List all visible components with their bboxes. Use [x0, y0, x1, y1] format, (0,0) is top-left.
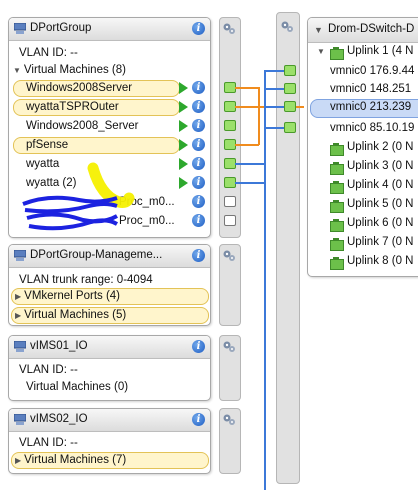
vm-port[interactable]	[224, 120, 236, 131]
vm-group-toggle[interactable]: ▶ Virtual Machines (7)	[15, 454, 126, 466]
info-icon[interactable]: i	[192, 249, 205, 262]
uplink-label[interactable]: Uplink 8 (0 N	[347, 255, 413, 267]
uplink-port[interactable]	[284, 65, 296, 76]
panel-title: vIMS01_IO	[30, 340, 88, 352]
gear-icon[interactable]	[222, 22, 236, 36]
vm-power-on-icon	[179, 139, 188, 151]
vm-power-on-icon	[179, 177, 188, 189]
network-link	[235, 182, 265, 184]
switch-header[interactable]: ▼ Drom-DSwitch-D	[308, 18, 418, 43]
panel-header[interactable]: vIMS01_IO i	[9, 336, 210, 359]
vmkernel-ports-toggle[interactable]: ▶ VMkernel Ports (4)	[15, 290, 120, 302]
uplink-label[interactable]: Uplink 5 (0 N	[347, 198, 413, 210]
gear-icon[interactable]	[280, 20, 294, 34]
collapse-triangle-icon: ▶	[15, 456, 22, 465]
collapse-triangle-icon: ▼	[314, 25, 323, 35]
uplink-icon	[330, 200, 344, 213]
traffic-path	[235, 106, 259, 108]
info-icon[interactable]: i	[192, 195, 205, 208]
gear-icon[interactable]	[222, 413, 236, 427]
uplink-port[interactable]	[284, 101, 296, 112]
uplink-label[interactable]: Uplink 4 (0 N	[347, 179, 413, 191]
network-link	[235, 163, 265, 165]
portgroup-icon	[14, 414, 26, 425]
portgroup-panel-vims01: vIMS01_IO i VLAN ID: -- Virtual Machines…	[8, 335, 211, 401]
collapse-triangle-icon: ▶	[15, 292, 22, 301]
info-icon[interactable]: i	[192, 119, 205, 132]
portgroup-icon	[14, 250, 26, 261]
portgroup-panel-vims02: vIMS02_IO i VLAN ID: -- ▶ Virtual Machine…	[8, 408, 211, 474]
uplink-icon	[330, 143, 344, 156]
distributed-switch-panel: ▼ Drom-DSwitch-D ▼ Uplink 1 (4 N vmnic0 …	[307, 17, 418, 277]
portgroup-panel-dportgroup: DPortGroup i VLAN ID: -- ▼ Virtual Machin…	[8, 17, 211, 238]
info-icon[interactable]: i	[192, 340, 205, 353]
vm-power-on-icon	[179, 82, 188, 94]
vmnic-item[interactable]: vmnic0 148.251	[330, 83, 411, 95]
info-icon[interactable]: i	[192, 413, 205, 426]
info-icon[interactable]: i	[192, 138, 205, 151]
uplink-label[interactable]: Uplink 3 (0 N	[347, 160, 413, 172]
info-icon[interactable]: i	[192, 81, 205, 94]
vmnic-item-selected[interactable]: vmnic0 213.239	[330, 101, 411, 113]
vm-power-on-icon	[179, 101, 188, 113]
uplink-label[interactable]: Uplink 7 (0 N	[347, 236, 413, 248]
panel-title: DPortGroup-Manageme...	[30, 249, 163, 261]
vm-group-toggle[interactable]: ▶ Virtual Machines (5)	[15, 309, 126, 321]
vlan-trunk-label: VLAN trunk range: 0-4094	[19, 274, 153, 286]
portgroup-panel-management: DPortGroup-Manageme... i VLAN trunk rang…	[8, 244, 211, 326]
vm-power-on-icon	[179, 120, 188, 132]
uplink-label[interactable]: Uplink 6 (0 N	[347, 217, 413, 229]
info-icon[interactable]: i	[192, 214, 205, 227]
uplink-label[interactable]: Uplink 2 (0 N	[347, 141, 413, 153]
network-link	[264, 88, 286, 90]
uplink-icon	[330, 257, 344, 270]
uplink-group-toggle[interactable]: ▼	[317, 45, 329, 57]
uplink-port[interactable]	[284, 122, 296, 133]
uplink-icon	[330, 238, 344, 251]
gear-icon[interactable]	[222, 340, 236, 354]
gear-icon[interactable]	[222, 249, 236, 263]
info-icon[interactable]: i	[192, 100, 205, 113]
network-link	[264, 127, 286, 129]
info-icon[interactable]: i	[192, 157, 205, 170]
traffic-path	[258, 87, 260, 145]
vlan-id-label: VLAN ID: --	[19, 364, 78, 376]
network-link	[264, 70, 266, 490]
traffic-path	[235, 87, 259, 89]
network-link	[264, 106, 286, 108]
vm-power-on-icon	[179, 158, 188, 170]
collapse-triangle-icon: ▶	[15, 311, 22, 320]
uplink-port[interactable]	[284, 83, 296, 94]
uplink-icon	[330, 219, 344, 232]
uplink-icon	[330, 162, 344, 175]
panel-title: vIMS02_IO	[30, 413, 88, 425]
network-link	[264, 70, 286, 72]
uplink-icon	[330, 181, 344, 194]
info-icon[interactable]: i	[192, 176, 205, 189]
uplink-label[interactable]: Uplink 1 (4 N	[347, 45, 413, 57]
vlan-id-label: VLAN ID: --	[19, 437, 78, 449]
switch-title: Drom-DSwitch-D	[328, 23, 415, 35]
expand-triangle-icon: ▼	[317, 47, 325, 56]
portgroup-icon	[14, 341, 26, 352]
vmnic-item[interactable]: vmnic0 85.10.19	[330, 122, 414, 134]
vm-port-disconnected[interactable]	[224, 196, 236, 207]
vm-group-label: Virtual Machines (0)	[26, 381, 129, 393]
panel-header[interactable]: vIMS02_IO i	[9, 409, 210, 432]
vm-port-disconnected[interactable]	[224, 215, 236, 226]
vmnic-item[interactable]: vmnic0 176.9.44	[330, 65, 414, 77]
uplink-icon	[330, 47, 344, 60]
panel-header[interactable]: DPortGroup-Manageme... i	[9, 245, 210, 268]
traffic-path	[235, 144, 259, 146]
